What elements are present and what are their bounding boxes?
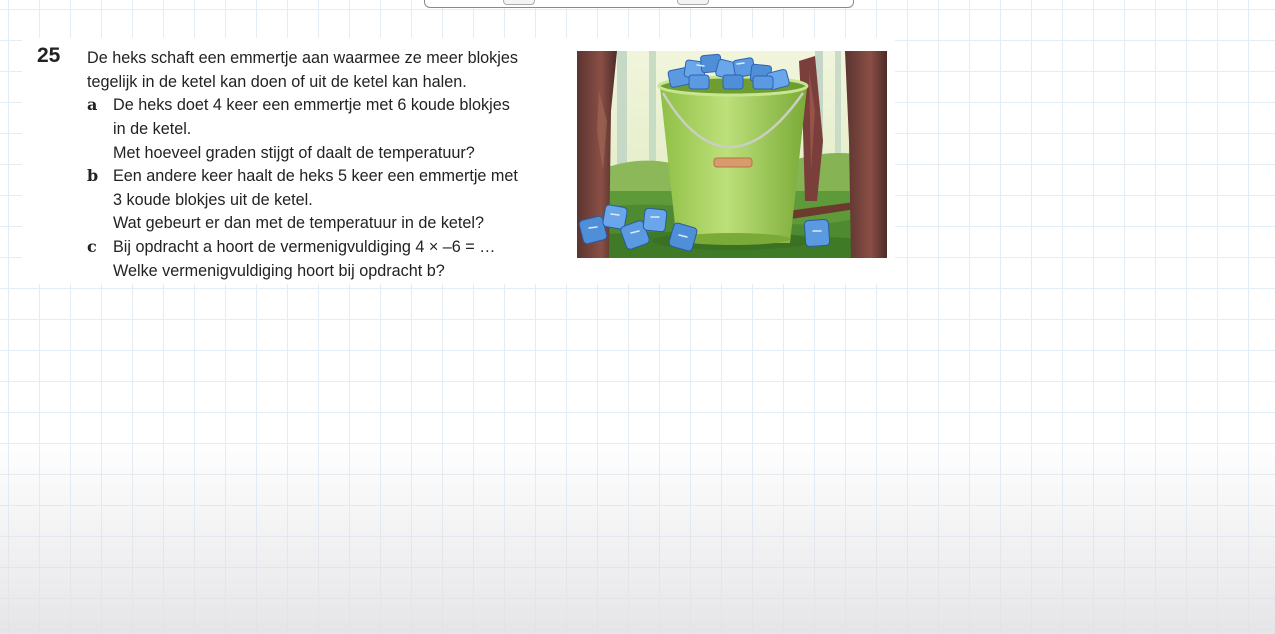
toolbar-tab-right[interactable] [677, 0, 709, 5]
part-b-question: Wat gebeurt er dan met de temperatuur in… [113, 214, 485, 232]
part-b-line-1: Een andere keer haalt de heks 5 keer een… [113, 167, 518, 185]
part-c-letter: c [87, 237, 97, 256]
top-toolbar[interactable] [424, 0, 854, 8]
part-a-question: Met hoeveel graden stijgt of daalt de te… [113, 144, 475, 162]
exercise-number: 25 [37, 44, 61, 67]
part-a-line-1: De heks doet 4 keer een emmertje met 6 k… [113, 96, 510, 114]
toolbar-tab-left[interactable] [503, 0, 535, 5]
intro-line-1: De heks schaft een emmertje aan waarmee … [87, 49, 518, 67]
intro-line-2: tegelijk in de ketel kan doen of uit de … [87, 73, 467, 91]
part-b-letter: b [87, 166, 99, 185]
bucket-with-ice-cubes-illustration [577, 51, 887, 258]
part-b-line-2: 3 koude blokjes uit de ketel. [113, 191, 313, 209]
part-a-letter: a [87, 95, 98, 114]
part-c-question: Welke vermenigvuldiging hoort bij opdrac… [113, 262, 445, 280]
part-a-line-2: in de ketel. [113, 120, 192, 138]
part-c-line-1: Bij opdracht a hoort de vermenigvuldigin… [113, 238, 496, 256]
